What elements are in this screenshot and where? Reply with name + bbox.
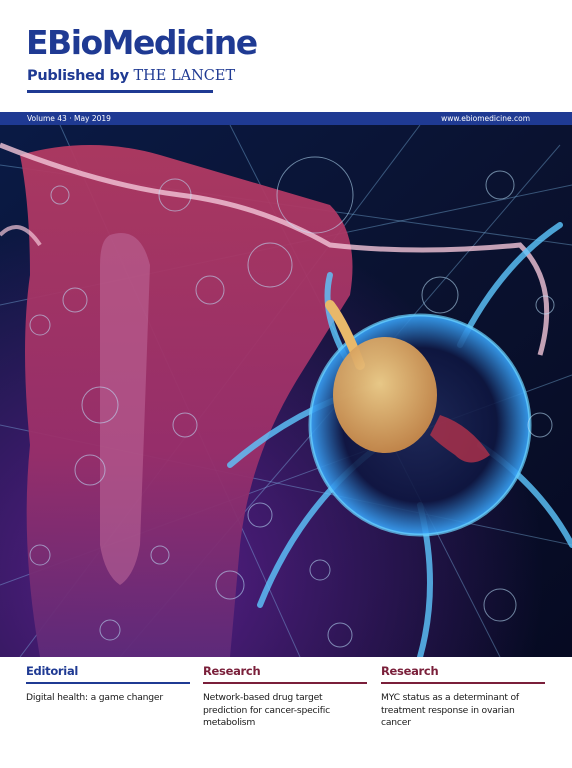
article-title[interactable]: Network-based drug target prediction for… [203, 692, 369, 730]
volume-info: Volume 43 · May 2019 [27, 114, 111, 123]
highlight-editorial[interactable]: Editorial Digital health: a game changer [26, 664, 192, 705]
journal-logo[interactable]: EBioMedicine [26, 23, 258, 62]
section-heading: Editorial [26, 664, 79, 678]
journal-url[interactable]: www.ebiomedicine.com [441, 112, 530, 125]
logo-text: BioMedicine [47, 23, 258, 62]
lancet-label: THE LANCET [133, 68, 236, 84]
ovary-shape [333, 337, 437, 453]
logo-e: E [26, 23, 49, 62]
highlight-research-1[interactable]: Research Network-based drug target predi… [203, 664, 369, 730]
section-heading: Research [203, 664, 261, 678]
cover-highlights: Editorial Digital health: a game changer… [0, 657, 572, 768]
publisher-line: Published by THE LANCET [27, 69, 235, 84]
article-title[interactable]: Digital health: a game changer [26, 692, 192, 705]
issue-bar: Volume 43 · May 2019 www.ebiomedicine.co… [0, 112, 572, 125]
section-rule [203, 682, 367, 684]
article-title[interactable]: MYC status as a determinant of treatment… [381, 692, 547, 730]
section-rule [26, 682, 190, 684]
cover-art-svg [0, 125, 572, 657]
masthead: EBioMedicine Published by THE LANCET [0, 0, 572, 112]
highlight-research-2[interactable]: Research MYC status as a determinant of … [381, 664, 547, 730]
cover-illustration [0, 125, 572, 657]
section-rule [381, 682, 545, 684]
publisher-underline [27, 90, 213, 93]
section-heading: Research [381, 664, 439, 678]
published-by-label: Published by [27, 68, 129, 84]
